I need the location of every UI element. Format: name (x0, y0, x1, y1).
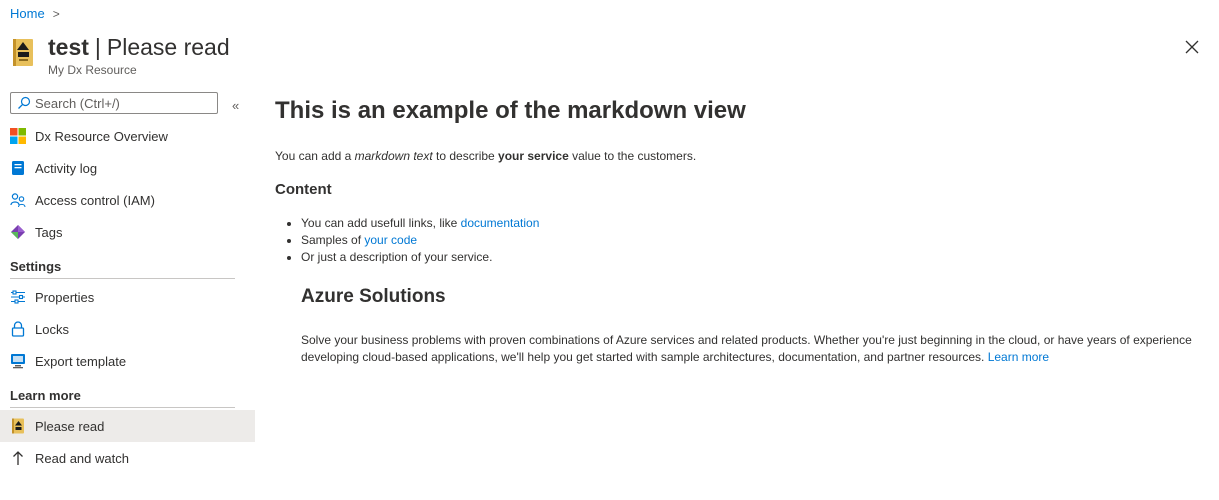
list-item-text: You can add usefull links, like (301, 216, 461, 230)
sidebar-item-please-read[interactable]: Please read (0, 410, 255, 442)
windows-grid-icon (10, 128, 26, 144)
sidebar-item-properties[interactable]: Properties (0, 281, 255, 313)
sidebar-item-read-and-watch[interactable]: Read and watch (0, 442, 255, 474)
content-subheading: Content (275, 181, 332, 198)
section-heading-learn-more: Learn more (10, 388, 81, 403)
sidebar-item-export-template[interactable]: Export template (0, 345, 255, 377)
resource-subtitle: My Dx Resource (48, 63, 137, 77)
azure-solutions-paragraph: Solve your business problems with proven… (301, 332, 1206, 366)
list-item: Or just a description of your service. (301, 249, 1205, 266)
arrow-up-icon (10, 450, 26, 466)
intro-text: You can add a (275, 149, 355, 163)
markdown-content: This is an example of the markdown view … (275, 96, 1205, 366)
intro-text: value to the customers. (568, 149, 697, 163)
activity-log-icon (10, 160, 26, 176)
intro-emphasis: markdown text (354, 149, 433, 163)
intro-paragraph: You can add a markdown text to describe … (275, 149, 1205, 163)
sidebar-item-access-control[interactable]: Access control (IAM) (0, 184, 255, 216)
breadcrumb-separator: > (52, 6, 60, 21)
learn-more-link[interactable]: Learn more (988, 350, 1049, 364)
page-title: test | Please read (48, 34, 230, 60)
people-icon (10, 192, 26, 208)
sidebar-item-label: Locks (35, 321, 69, 337)
sidebar-item-label: Export template (35, 353, 127, 369)
section-divider (10, 407, 235, 408)
nav-list: Dx Resource Overview Activity log Access… (0, 120, 255, 474)
documentation-link[interactable]: documentation (461, 216, 540, 230)
page-name: Please read (106, 34, 230, 60)
resource-name: test (48, 34, 89, 60)
azure-solutions-text: Solve your business problems with proven… (301, 333, 1192, 364)
sidebar-item-overview[interactable]: Dx Resource Overview (0, 120, 255, 152)
resource-book-icon (10, 38, 36, 68)
page-header: test | Please read My Dx Resource (10, 34, 230, 77)
search-placeholder: Search (Ctrl+/) (35, 95, 120, 111)
content-heading: This is an example of the markdown view (275, 97, 746, 124)
sliders-icon (10, 289, 26, 305)
list-item-text: Samples of (301, 233, 365, 247)
collapse-sidebar-button[interactable]: « (232, 98, 239, 113)
sidebar-item-label: Access control (IAM) (35, 192, 155, 208)
your-code-link[interactable]: your code (364, 233, 417, 247)
breadcrumb: Home > (10, 6, 60, 21)
intro-text: to describe (432, 149, 499, 163)
sidebar-item-label: Properties (35, 289, 95, 305)
list-item: You can add usefull links, like document… (301, 215, 1205, 232)
search-input[interactable]: Search (Ctrl+/) (10, 92, 218, 114)
sidebar-item-label: Please read (35, 418, 105, 434)
azure-solutions-section: Azure Solutions Solve your business prob… (301, 286, 1205, 366)
sidebar-item-label: Activity log (35, 160, 98, 176)
sidebar-item-label: Read and watch (35, 450, 129, 466)
sidebar-item-label: Dx Resource Overview (35, 128, 168, 144)
section-heading-settings: Settings (10, 259, 62, 274)
azure-solutions-heading: Azure Solutions (301, 286, 446, 307)
tag-icon (10, 224, 26, 240)
list-item: Samples of your code (301, 232, 1205, 249)
sidebar-item-label: Tags (35, 224, 63, 240)
intro-bold: your service (498, 149, 569, 163)
search-icon (18, 96, 31, 109)
title-divider: | (94, 34, 101, 60)
sidebar-item-locks[interactable]: Locks (0, 313, 255, 345)
sidebar: Search (Ctrl+/) « Dx Resource Overview A… (0, 92, 255, 474)
export-icon (10, 353, 26, 369)
lock-icon (10, 321, 26, 337)
section-divider (10, 278, 235, 279)
content-bullet-list: You can add usefull links, like document… (275, 215, 1205, 266)
sidebar-item-activity-log[interactable]: Activity log (0, 152, 255, 184)
list-item-text: Or just a description of your service. (301, 250, 493, 264)
close-icon (1185, 40, 1199, 54)
book-icon (10, 418, 26, 434)
close-button[interactable] (1182, 37, 1202, 57)
sidebar-item-tags[interactable]: Tags (0, 216, 255, 248)
breadcrumb-home-link[interactable]: Home (10, 6, 45, 21)
